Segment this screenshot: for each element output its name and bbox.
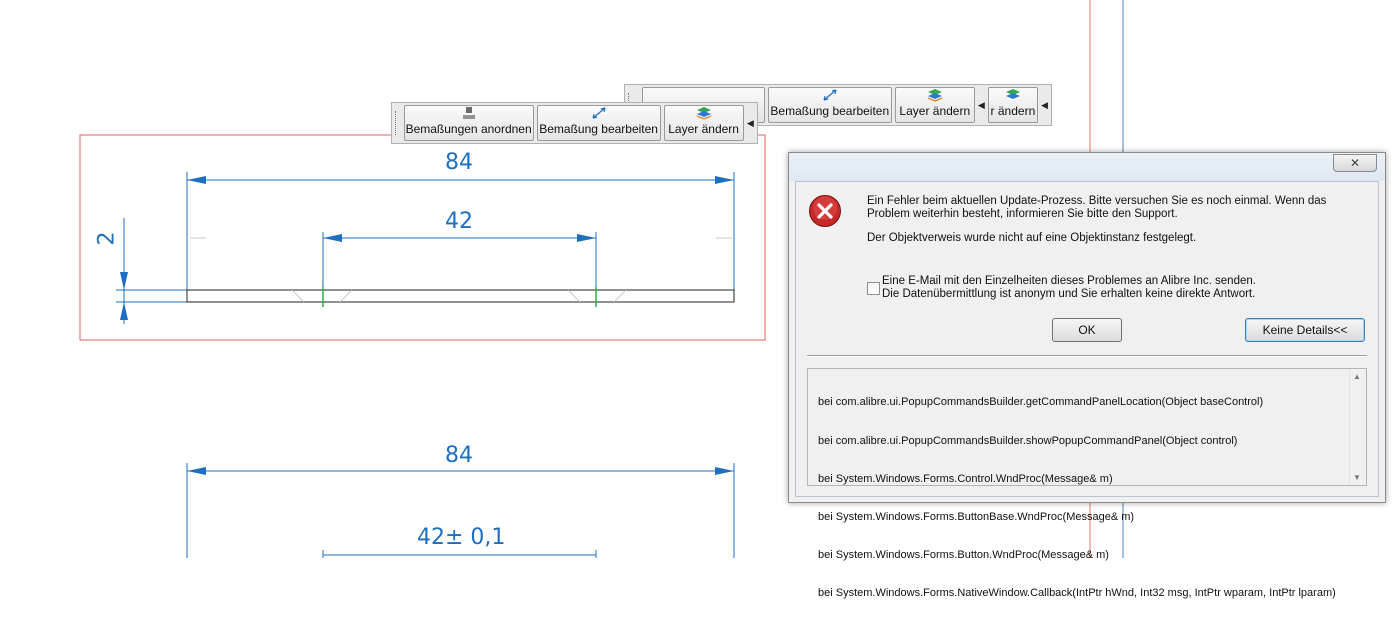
stack-trace-line: bei com.alibre.ui.PopupCommandsBuilder.s… bbox=[818, 434, 1238, 447]
part-outline[interactable] bbox=[186, 289, 735, 303]
send-email-label-line-2: Die Datenübermittlung ist anonym und Sie… bbox=[882, 288, 1256, 300]
layers-icon bbox=[1005, 89, 1020, 99]
toolbar-grip[interactable] bbox=[395, 111, 401, 135]
edit-dimension-label: Bemaßung bearbeiten bbox=[770, 104, 890, 118]
edit-dimension-label: Bemaßung bearbeiten bbox=[539, 122, 658, 136]
arrowhead bbox=[715, 176, 734, 184]
error-message-line-1: Ein Fehler beim aktuellen Update-Prozess… bbox=[867, 195, 1327, 207]
vertical-scrollbar[interactable]: ▲ ▼ bbox=[1349, 369, 1366, 485]
arrowhead bbox=[187, 467, 206, 475]
arrange-dimensions-icon bbox=[462, 107, 475, 119]
change-layer-label: Layer ändern bbox=[668, 122, 739, 136]
hidden-line bbox=[567, 289, 581, 303]
edit-dimension-icon bbox=[592, 107, 606, 119]
stack-trace-line: bei System.Windows.Forms.NativeWindow.Ca… bbox=[818, 586, 1336, 599]
dialog-title-bar[interactable]: ✕ bbox=[789, 153, 1385, 181]
stack-trace-text: bei com.alibre.ui.PopupCommandsBuilder.g… bbox=[818, 371, 1336, 625]
hidden-line bbox=[339, 289, 353, 303]
arrowhead bbox=[323, 234, 342, 242]
arrange-dimensions-label: Bemaßungen anordnen bbox=[405, 122, 532, 136]
hidden-line bbox=[613, 289, 627, 303]
arrowhead bbox=[715, 467, 734, 475]
send-email-checkbox[interactable] bbox=[867, 282, 880, 295]
error-detail-message: Der Objektverweis wurde nicht auf eine O… bbox=[867, 232, 1197, 244]
popup-command-toolbar[interactable]: Bemaßungen anordnen Bemaßung bearbeiten … bbox=[391, 102, 758, 144]
error-dialog[interactable]: ✕ Ein Fehler beim aktuellen Update-Proze… bbox=[788, 152, 1386, 599]
change-layer-button[interactable]: Layer ändern bbox=[894, 87, 975, 123]
stack-trace-line: bei System.Windows.Forms.ButtonBase.WndP… bbox=[818, 510, 1135, 523]
error-icon bbox=[809, 195, 841, 227]
dialog-body: Ein Fehler beim aktuellen Update-Prozess… bbox=[795, 181, 1379, 599]
arrowhead bbox=[187, 176, 206, 184]
change-layer-label-truncated: r ändern bbox=[990, 104, 1036, 118]
arrowhead bbox=[120, 272, 128, 290]
dimension-text-2[interactable]: 2 bbox=[95, 232, 120, 246]
scroll-down-icon[interactable]: ▼ bbox=[1353, 473, 1361, 482]
arrange-dimensions-button[interactable]: Bemaßungen anordnen bbox=[403, 105, 534, 141]
hidden-line bbox=[291, 289, 305, 303]
close-icon: ✕ bbox=[1349, 156, 1361, 170]
change-layer-label: Layer ändern bbox=[899, 104, 971, 118]
hide-details-button[interactable]: Keine Details<< bbox=[1245, 318, 1365, 342]
change-layer-button[interactable]: r ändern bbox=[987, 87, 1038, 123]
dimension-text-42-tolerance[interactable]: 42± 0,1 bbox=[417, 525, 505, 550]
close-button[interactable]: ✕ bbox=[1333, 154, 1377, 172]
scroll-up-icon[interactable]: ▲ bbox=[1353, 372, 1361, 381]
arrowhead bbox=[577, 234, 596, 242]
arrowhead bbox=[120, 302, 128, 320]
chevron-left-icon[interactable]: ◀ bbox=[1041, 87, 1048, 123]
stack-trace-box[interactable]: bei com.alibre.ui.PopupCommandsBuilder.g… bbox=[807, 368, 1367, 599]
stack-trace-line: bei System.Windows.Forms.Button.WndProc(… bbox=[818, 548, 1109, 561]
edit-dimension-button[interactable]: Bemaßung bearbeiten bbox=[536, 105, 661, 141]
edit-dimension-icon bbox=[823, 89, 837, 101]
dimension-text-42[interactable]: 42 bbox=[445, 209, 473, 234]
dimension-text-84[interactable]: 84 bbox=[445, 150, 473, 175]
edit-dimension-button[interactable]: Bemaßung bearbeiten bbox=[767, 87, 892, 123]
chevron-left-icon[interactable]: ◀ bbox=[747, 105, 754, 141]
separator bbox=[807, 355, 1367, 357]
change-layer-button[interactable]: Layer ändern bbox=[663, 105, 744, 141]
ok-button[interactable]: OK bbox=[1052, 318, 1122, 342]
stack-trace-line: bei com.alibre.ui.PopupCommandsBuilder.g… bbox=[818, 396, 1264, 409]
layers-icon bbox=[696, 107, 711, 120]
error-message-line-2: Problem weiterhin besteht, informieren S… bbox=[867, 208, 1178, 220]
dimension-text-84-bottom[interactable]: 84 bbox=[445, 443, 473, 468]
layers-icon bbox=[927, 89, 943, 102]
send-email-label-line-1: Eine E-Mail mit den Einzelheiten dieses … bbox=[882, 275, 1256, 287]
chevron-left-icon[interactable]: ◀ bbox=[978, 87, 985, 123]
stack-trace-line: bei System.Windows.Forms.Control.WndProc… bbox=[818, 472, 1113, 485]
